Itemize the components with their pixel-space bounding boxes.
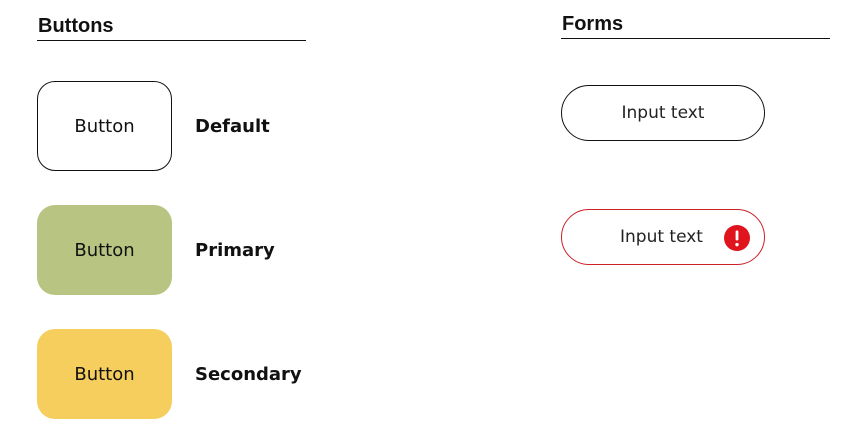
default-input-field[interactable]: Input text bbox=[561, 85, 765, 141]
primary-button-label: Button bbox=[74, 239, 135, 261]
primary-button[interactable]: Button bbox=[37, 205, 172, 295]
default-button[interactable]: Button bbox=[37, 81, 172, 171]
forms-section-title: Forms bbox=[561, 12, 830, 39]
buttons-section-title: Buttons bbox=[37, 14, 306, 41]
primary-button-caption: Primary bbox=[195, 240, 275, 261]
default-button-caption: Default bbox=[195, 116, 270, 137]
error-input-field[interactable]: Input text bbox=[561, 209, 765, 265]
default-input-value: Input text bbox=[621, 103, 705, 123]
design-system-page: Buttons Button Default Button Primary Bu… bbox=[0, 0, 867, 437]
error-input-value: Input text bbox=[620, 227, 703, 247]
secondary-button-label: Button bbox=[74, 363, 135, 385]
secondary-button-caption: Secondary bbox=[195, 364, 302, 385]
default-button-label: Button bbox=[74, 115, 135, 137]
secondary-button[interactable]: Button bbox=[37, 329, 172, 419]
error-icon bbox=[724, 225, 750, 251]
